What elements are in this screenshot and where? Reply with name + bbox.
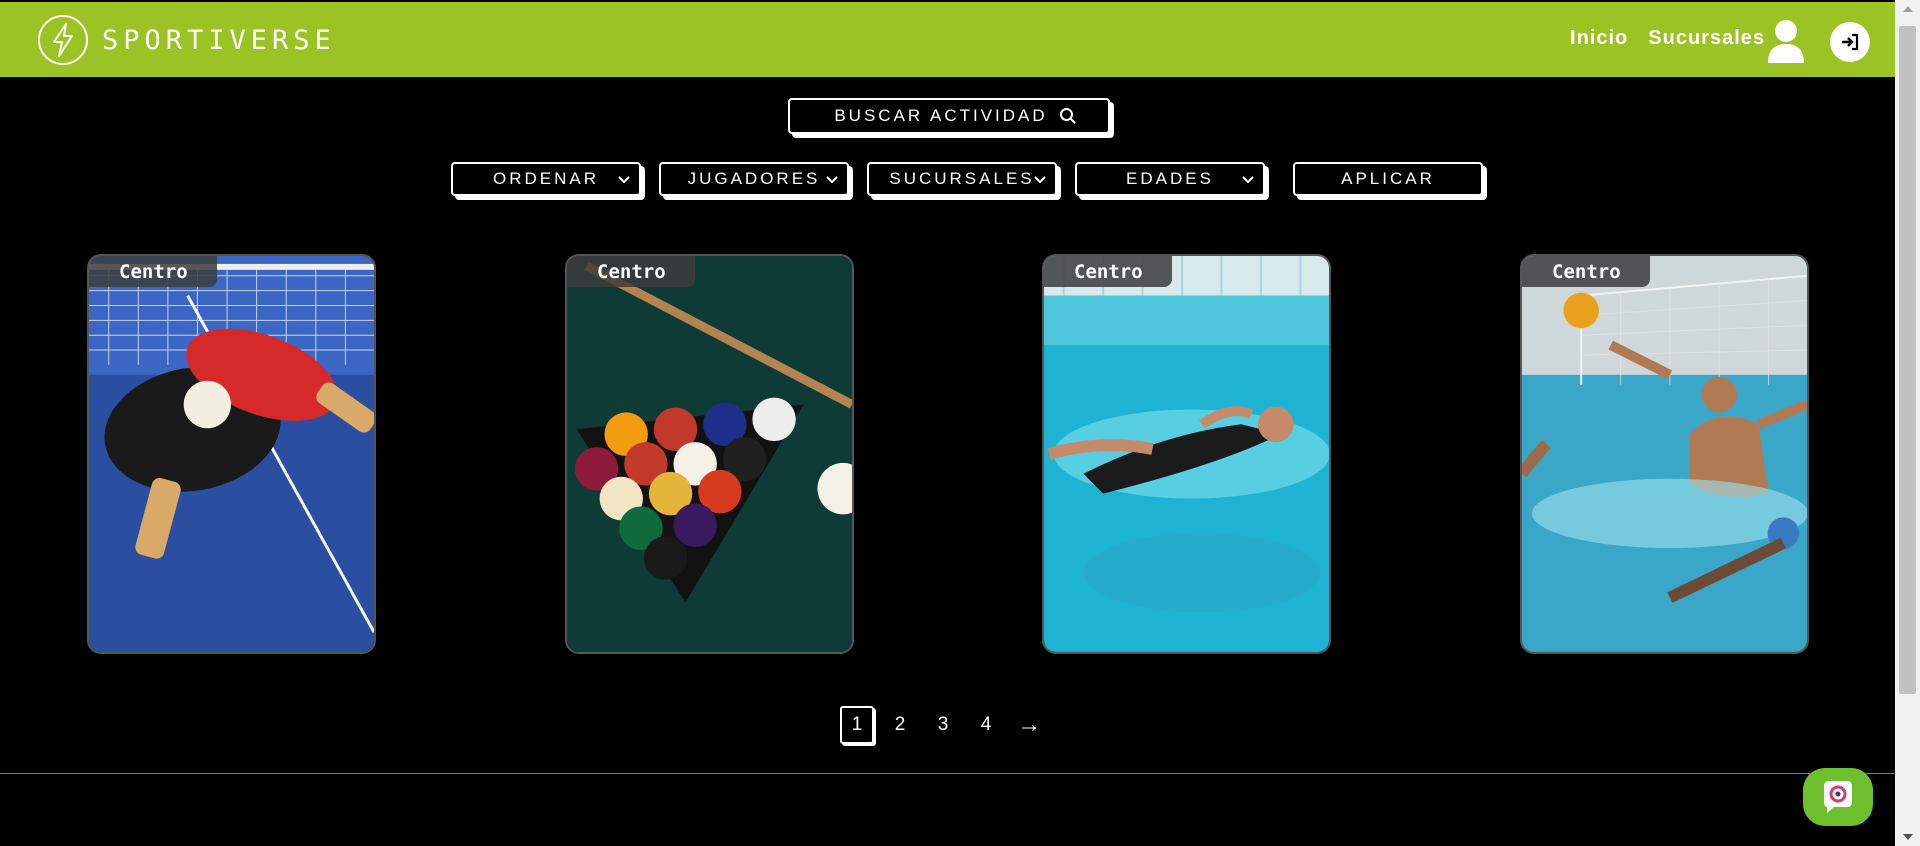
activity-card-water-polo[interactable]: Centro [1520, 254, 1809, 654]
filter-bar: ORDENAR JUGADORES SUCURSALES EDADES [451, 162, 1283, 196]
page-1[interactable]: 1 [840, 706, 874, 744]
swimming-image [1044, 256, 1329, 652]
chat-button[interactable] [1803, 768, 1873, 826]
scroll-thumb[interactable] [1899, 26, 1916, 694]
card-tag: Centro [1522, 256, 1650, 287]
card-tag: Centro [567, 256, 695, 287]
sort-dropdown[interactable]: ORDENAR [451, 162, 641, 196]
card-tag: Centro [1044, 256, 1172, 287]
search-box [788, 98, 1110, 134]
ping-pong-image [89, 256, 374, 652]
branches-dropdown-label: SUCURSALES [889, 169, 1035, 188]
brand-name: SPORTIVERSE [102, 24, 336, 56]
players-dropdown-label: JUGADORES [687, 169, 821, 188]
top-navbar: SPORTIVERSE Inicio Sucursales [0, 2, 1895, 77]
billiards-image [567, 256, 852, 652]
card-tag: Centro [89, 256, 217, 287]
sort-dropdown-label: ORDENAR [492, 169, 599, 188]
activity-card-billiards[interactable]: Centro [565, 254, 854, 654]
activity-card-swimming[interactable]: Centro [1042, 254, 1331, 654]
user-icon[interactable] [1766, 19, 1806, 63]
apply-button[interactable]: APLICAR [1293, 162, 1483, 196]
page-3[interactable]: 3 [926, 706, 960, 744]
search-input[interactable] [831, 106, 1051, 126]
ages-dropdown-label: EDADES [1126, 169, 1214, 188]
branches-dropdown[interactable]: SUCURSALES [867, 162, 1057, 196]
main-nav: Inicio Sucursales [1570, 27, 1765, 50]
login-button[interactable] [1830, 22, 1870, 62]
chevron-down-icon [1034, 176, 1046, 184]
scroll-down-icon[interactable] [1903, 834, 1913, 840]
page-scrollbar[interactable] [1895, 0, 1920, 846]
chevron-down-icon [826, 176, 838, 184]
players-dropdown[interactable]: JUGADORES [659, 162, 849, 196]
pagination: 1 2 3 4 → [840, 706, 1055, 744]
chat-bubble-icon [1824, 781, 1852, 813]
chevron-down-icon [618, 176, 630, 184]
ages-dropdown[interactable]: EDADES [1075, 162, 1265, 196]
sign-in-icon [1842, 33, 1859, 51]
page-4[interactable]: 4 [969, 706, 1003, 744]
nav-inicio[interactable]: Inicio [1570, 27, 1628, 50]
water-polo-image [1522, 256, 1807, 652]
chevron-down-icon [1242, 176, 1254, 184]
footer-divider [0, 773, 1895, 774]
page-2[interactable]: 2 [883, 706, 917, 744]
brand-logo[interactable]: SPORTIVERSE [38, 15, 336, 65]
activity-card-ping-pong[interactable]: Centro [87, 254, 376, 654]
next-page-arrow-icon[interactable]: → [1012, 706, 1046, 744]
scroll-up-icon[interactable] [1903, 6, 1913, 12]
page-root: SPORTIVERSE Inicio Sucursales ORDENAR JU… [0, 0, 1920, 846]
search-icon[interactable] [1059, 107, 1077, 125]
nav-sucursales[interactable]: Sucursales [1648, 27, 1765, 50]
lightning-icon [38, 15, 88, 65]
footer-partial-text [670, 830, 1120, 846]
